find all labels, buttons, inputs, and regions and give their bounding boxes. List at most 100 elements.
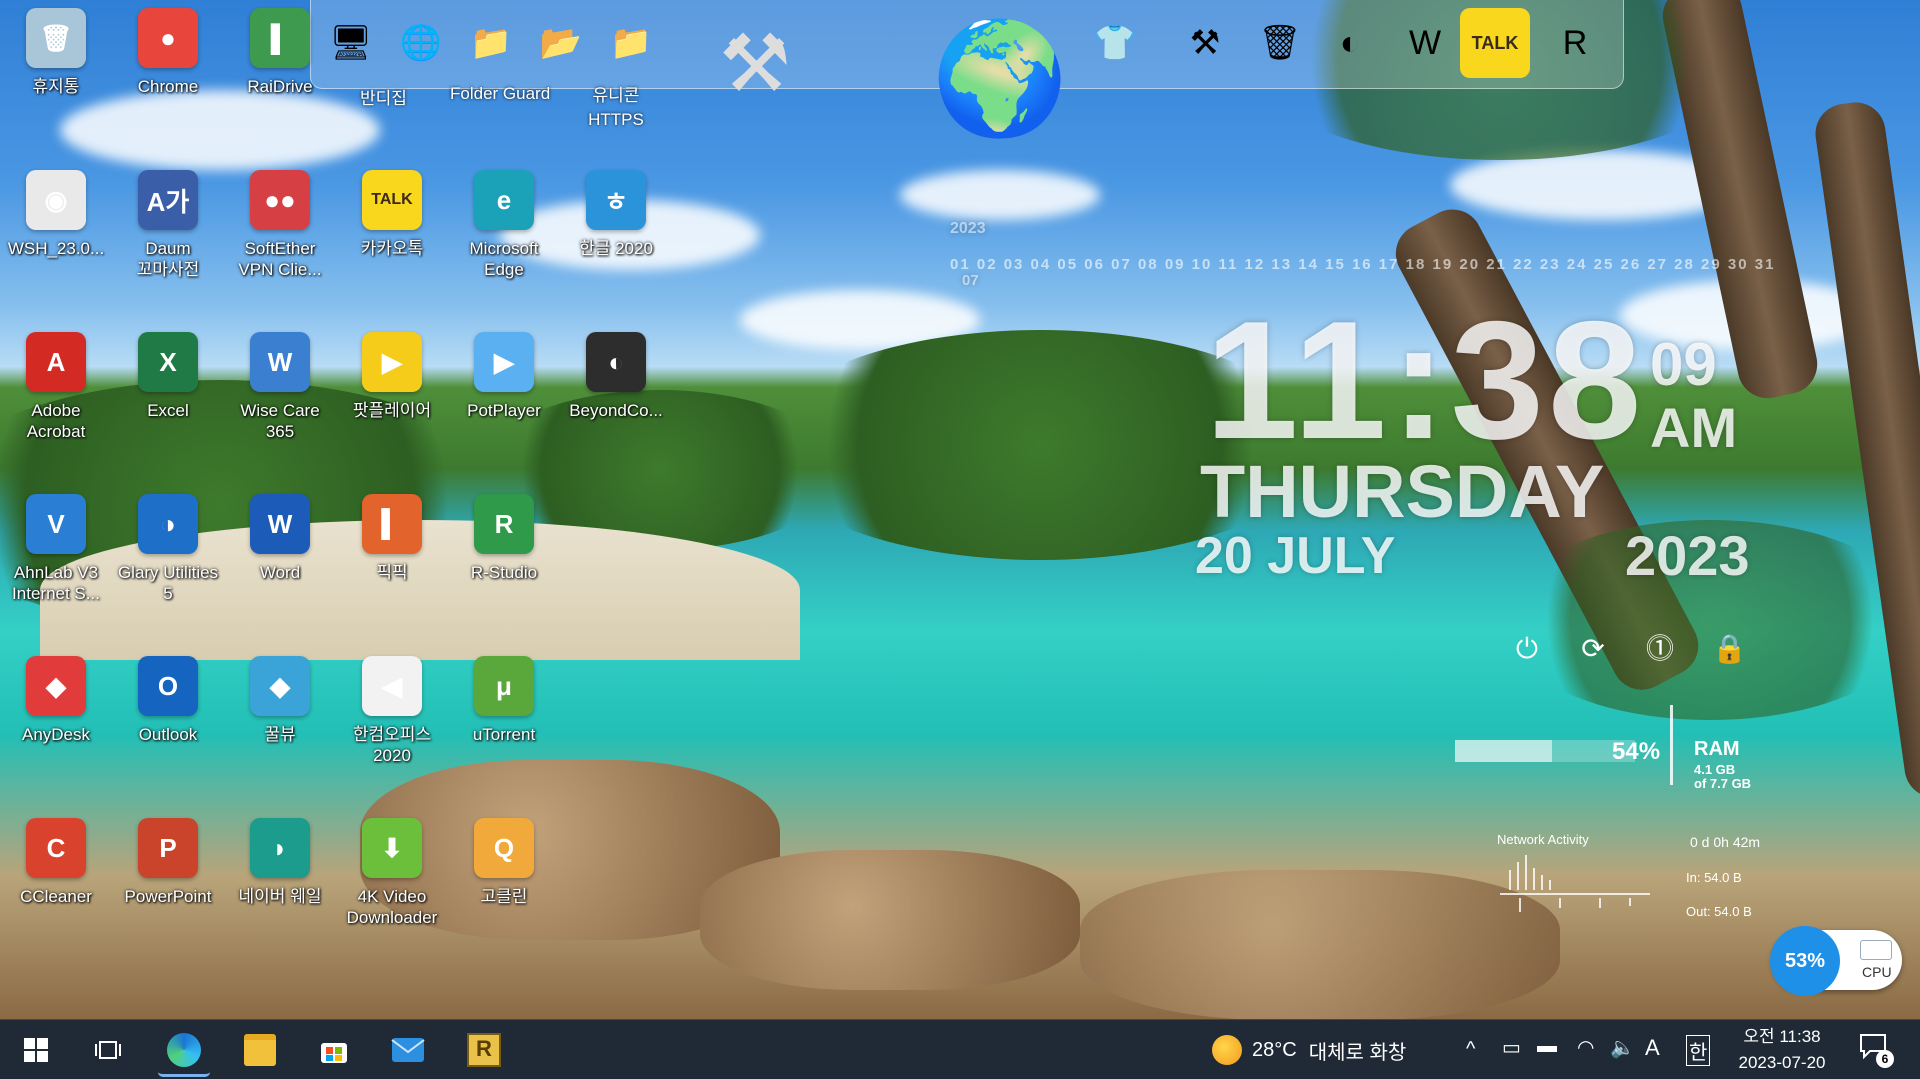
- kakaotalk-icon[interactable]: TALK: [1460, 8, 1530, 78]
- folder-icon: [244, 1034, 276, 1066]
- restart-icon[interactable]: ⟳: [1576, 632, 1610, 666]
- desktop-icon[interactable]: A가 Daum 꼬마사전: [114, 170, 222, 300]
- desktop-icon[interactable]: A Adobe Acrobat: [2, 332, 110, 462]
- tshirt-icon[interactable]: 👕: [1080, 8, 1150, 78]
- tray-overflow-chevron[interactable]: ^: [1466, 1038, 1475, 1061]
- desktop-icon[interactable]: ▍ 픽픽: [338, 494, 446, 624]
- desktop-icon[interactable]: ◗ 네이버 웨일: [226, 818, 334, 948]
- app-icon: R: [474, 494, 534, 554]
- lock-icon[interactable]: 🔒: [1712, 632, 1747, 666]
- tools-icon[interactable]: ⚒: [700, 8, 810, 118]
- desktop-icon-label: Word: [259, 563, 301, 582]
- desktop-icon[interactable]: O Outlook: [114, 656, 222, 786]
- app-icon: A가: [138, 170, 198, 230]
- tray-wifi-icon[interactable]: ◠: [1577, 1035, 1594, 1060]
- desktop-icon-label: Chrome: [137, 77, 199, 96]
- clock-date: 20 JULY: [1195, 527, 1396, 585]
- sleep-icon[interactable]: ⓵: [1643, 632, 1677, 666]
- taskbar-store-button[interactable]: [308, 1026, 360, 1074]
- glary-icon[interactable]: ◐: [1315, 8, 1385, 78]
- dock-label: 반디집: [360, 89, 407, 108]
- weather-widget[interactable]: 28°C 대체로 화창: [1212, 1030, 1406, 1070]
- notification-button[interactable]: 6: [1858, 1032, 1894, 1068]
- desktop-icon[interactable]: ◀ 한컴오피스 2020: [338, 656, 446, 786]
- folder-icon[interactable]: 📁: [596, 8, 666, 78]
- cpu-gadget[interactable]: 53% CPU: [1770, 926, 1902, 996]
- desktop-icon[interactable]: ◑ Glary Utilities 5: [114, 494, 222, 624]
- app-icon: X: [138, 332, 198, 392]
- desktop-icon[interactable]: W Wise Care 365: [226, 332, 334, 462]
- desktop-icon[interactable]: ●● SoftEther VPN Clie...: [226, 170, 334, 300]
- clock-ampm: AM: [1650, 396, 1738, 459]
- desktop-icon[interactable]: C CCleaner: [2, 818, 110, 948]
- app-icon: Q: [474, 818, 534, 878]
- app-icon: ◀: [362, 656, 422, 716]
- desktop-icon-label: 카카오톡: [360, 239, 424, 258]
- desktop-icon[interactable]: ◐ BeyondCo...: [562, 332, 670, 462]
- desktop-icon[interactable]: ● Chrome: [114, 8, 222, 138]
- desktop-icon[interactable]: ◆ 꿀뷰: [226, 656, 334, 786]
- desktop-icon[interactable]: ◆ AnyDesk: [2, 656, 110, 786]
- desktop-icon-label: RaiDrive: [247, 77, 313, 96]
- desktop-icon[interactable]: ▶ 팟플레이어: [338, 332, 446, 462]
- desktop-icon-label: 팟플레이어: [352, 401, 432, 420]
- network-uptime: 0 d 0h 42m: [1690, 834, 1761, 850]
- desktop-icon[interactable]: ▌ RaiDrive: [226, 8, 334, 138]
- desktop-icon-label: Outlook: [138, 725, 198, 744]
- desktop-icon[interactable]: TALK 카카오톡: [338, 170, 446, 300]
- desktop-icon-label: BeyondCo...: [569, 401, 663, 420]
- wise-care-icon[interactable]: W: [1390, 8, 1460, 78]
- task-view-button[interactable]: [82, 1026, 134, 1074]
- tray-meet-icon[interactable]: ▭: [1502, 1035, 1521, 1060]
- folder-icon[interactable]: 📁: [456, 8, 526, 78]
- calendar-month: 07: [962, 272, 979, 289]
- clock-seconds: 09: [1650, 331, 1717, 398]
- desktop-icon[interactable]: e Microsoft Edge: [450, 170, 558, 300]
- desktop-icon[interactable]: P PowerPoint: [114, 818, 222, 948]
- calendar-days: 01 02 03 04 05 06 07 08 09 10 11 12 13 1…: [950, 256, 1776, 273]
- taskbar-date: 2023-07-20: [1738, 1053, 1826, 1072]
- folder-icon[interactable]: 📂: [526, 8, 596, 78]
- taskbar-explorer-button[interactable]: [234, 1026, 286, 1074]
- app-icon: ▍: [362, 494, 422, 554]
- desktop-icon-label: WSH_23.0...: [7, 239, 105, 258]
- desktop-icon[interactable]: W Word: [226, 494, 334, 624]
- app-icon: μ: [474, 656, 534, 716]
- power-icon[interactable]: ⏻: [1510, 632, 1544, 666]
- desktop-icon[interactable]: V AhnLab V3 Internet S...: [2, 494, 110, 624]
- start-button[interactable]: [10, 1026, 62, 1074]
- ime-mode[interactable]: A: [1645, 1035, 1660, 1061]
- desktop-icon[interactable]: 🗑 휴지통: [2, 8, 110, 138]
- taskbar-clock[interactable]: 오전 11:38 2023-07-20: [1722, 1024, 1842, 1076]
- desktop-icon[interactable]: ▶ PotPlayer: [450, 332, 558, 462]
- desktop-icon[interactable]: X Excel: [114, 332, 222, 462]
- taskbar-edge-button[interactable]: [158, 1026, 210, 1077]
- taskbar-mail-button[interactable]: [382, 1026, 434, 1074]
- ime-language[interactable]: 한: [1686, 1035, 1711, 1066]
- ram-title: RAM: [1694, 738, 1740, 760]
- desktop-icon[interactable]: R R-Studio: [450, 494, 558, 624]
- desktop-icon-label: Daum 꼬마사전: [136, 239, 200, 279]
- cpu-percent: 53%: [1770, 926, 1840, 996]
- globe-icon[interactable]: 🌍: [930, 8, 1070, 148]
- hammer-icon[interactable]: ⚒: [1170, 8, 1240, 78]
- registry-icon[interactable]: R: [1540, 8, 1610, 78]
- app-icon: ◉: [26, 170, 86, 230]
- network-app-icon[interactable]: 🌐: [386, 8, 456, 78]
- desktop-icon[interactable]: μ uTorrent: [450, 656, 558, 786]
- mail-icon: [391, 1038, 425, 1062]
- desktop-icon[interactable]: ㅎ 한글 2020: [562, 170, 670, 300]
- desktop-icon[interactable]: ⬇ 4K Video Downloader: [338, 818, 446, 948]
- recycle-bin-icon[interactable]: 🗑: [1245, 8, 1315, 78]
- app-icon: C: [26, 818, 86, 878]
- app-icon: ●●: [250, 170, 310, 230]
- desktop-icon[interactable]: ◉ WSH_23.0...: [2, 170, 110, 300]
- desktop-icon[interactable]: Q 고클린: [450, 818, 558, 948]
- app-icon: TALK: [362, 170, 422, 230]
- tray-volume-icon[interactable]: 🔈: [1610, 1035, 1635, 1060]
- network-graph: [1500, 855, 1650, 912]
- desktop-icon-label: CCleaner: [20, 887, 92, 906]
- taskbar-app-button[interactable]: R: [458, 1026, 510, 1074]
- tray-battery-icon[interactable]: ▬: [1537, 1035, 1557, 1058]
- desktop-icon-label: 한컴오피스 2020: [352, 725, 432, 765]
